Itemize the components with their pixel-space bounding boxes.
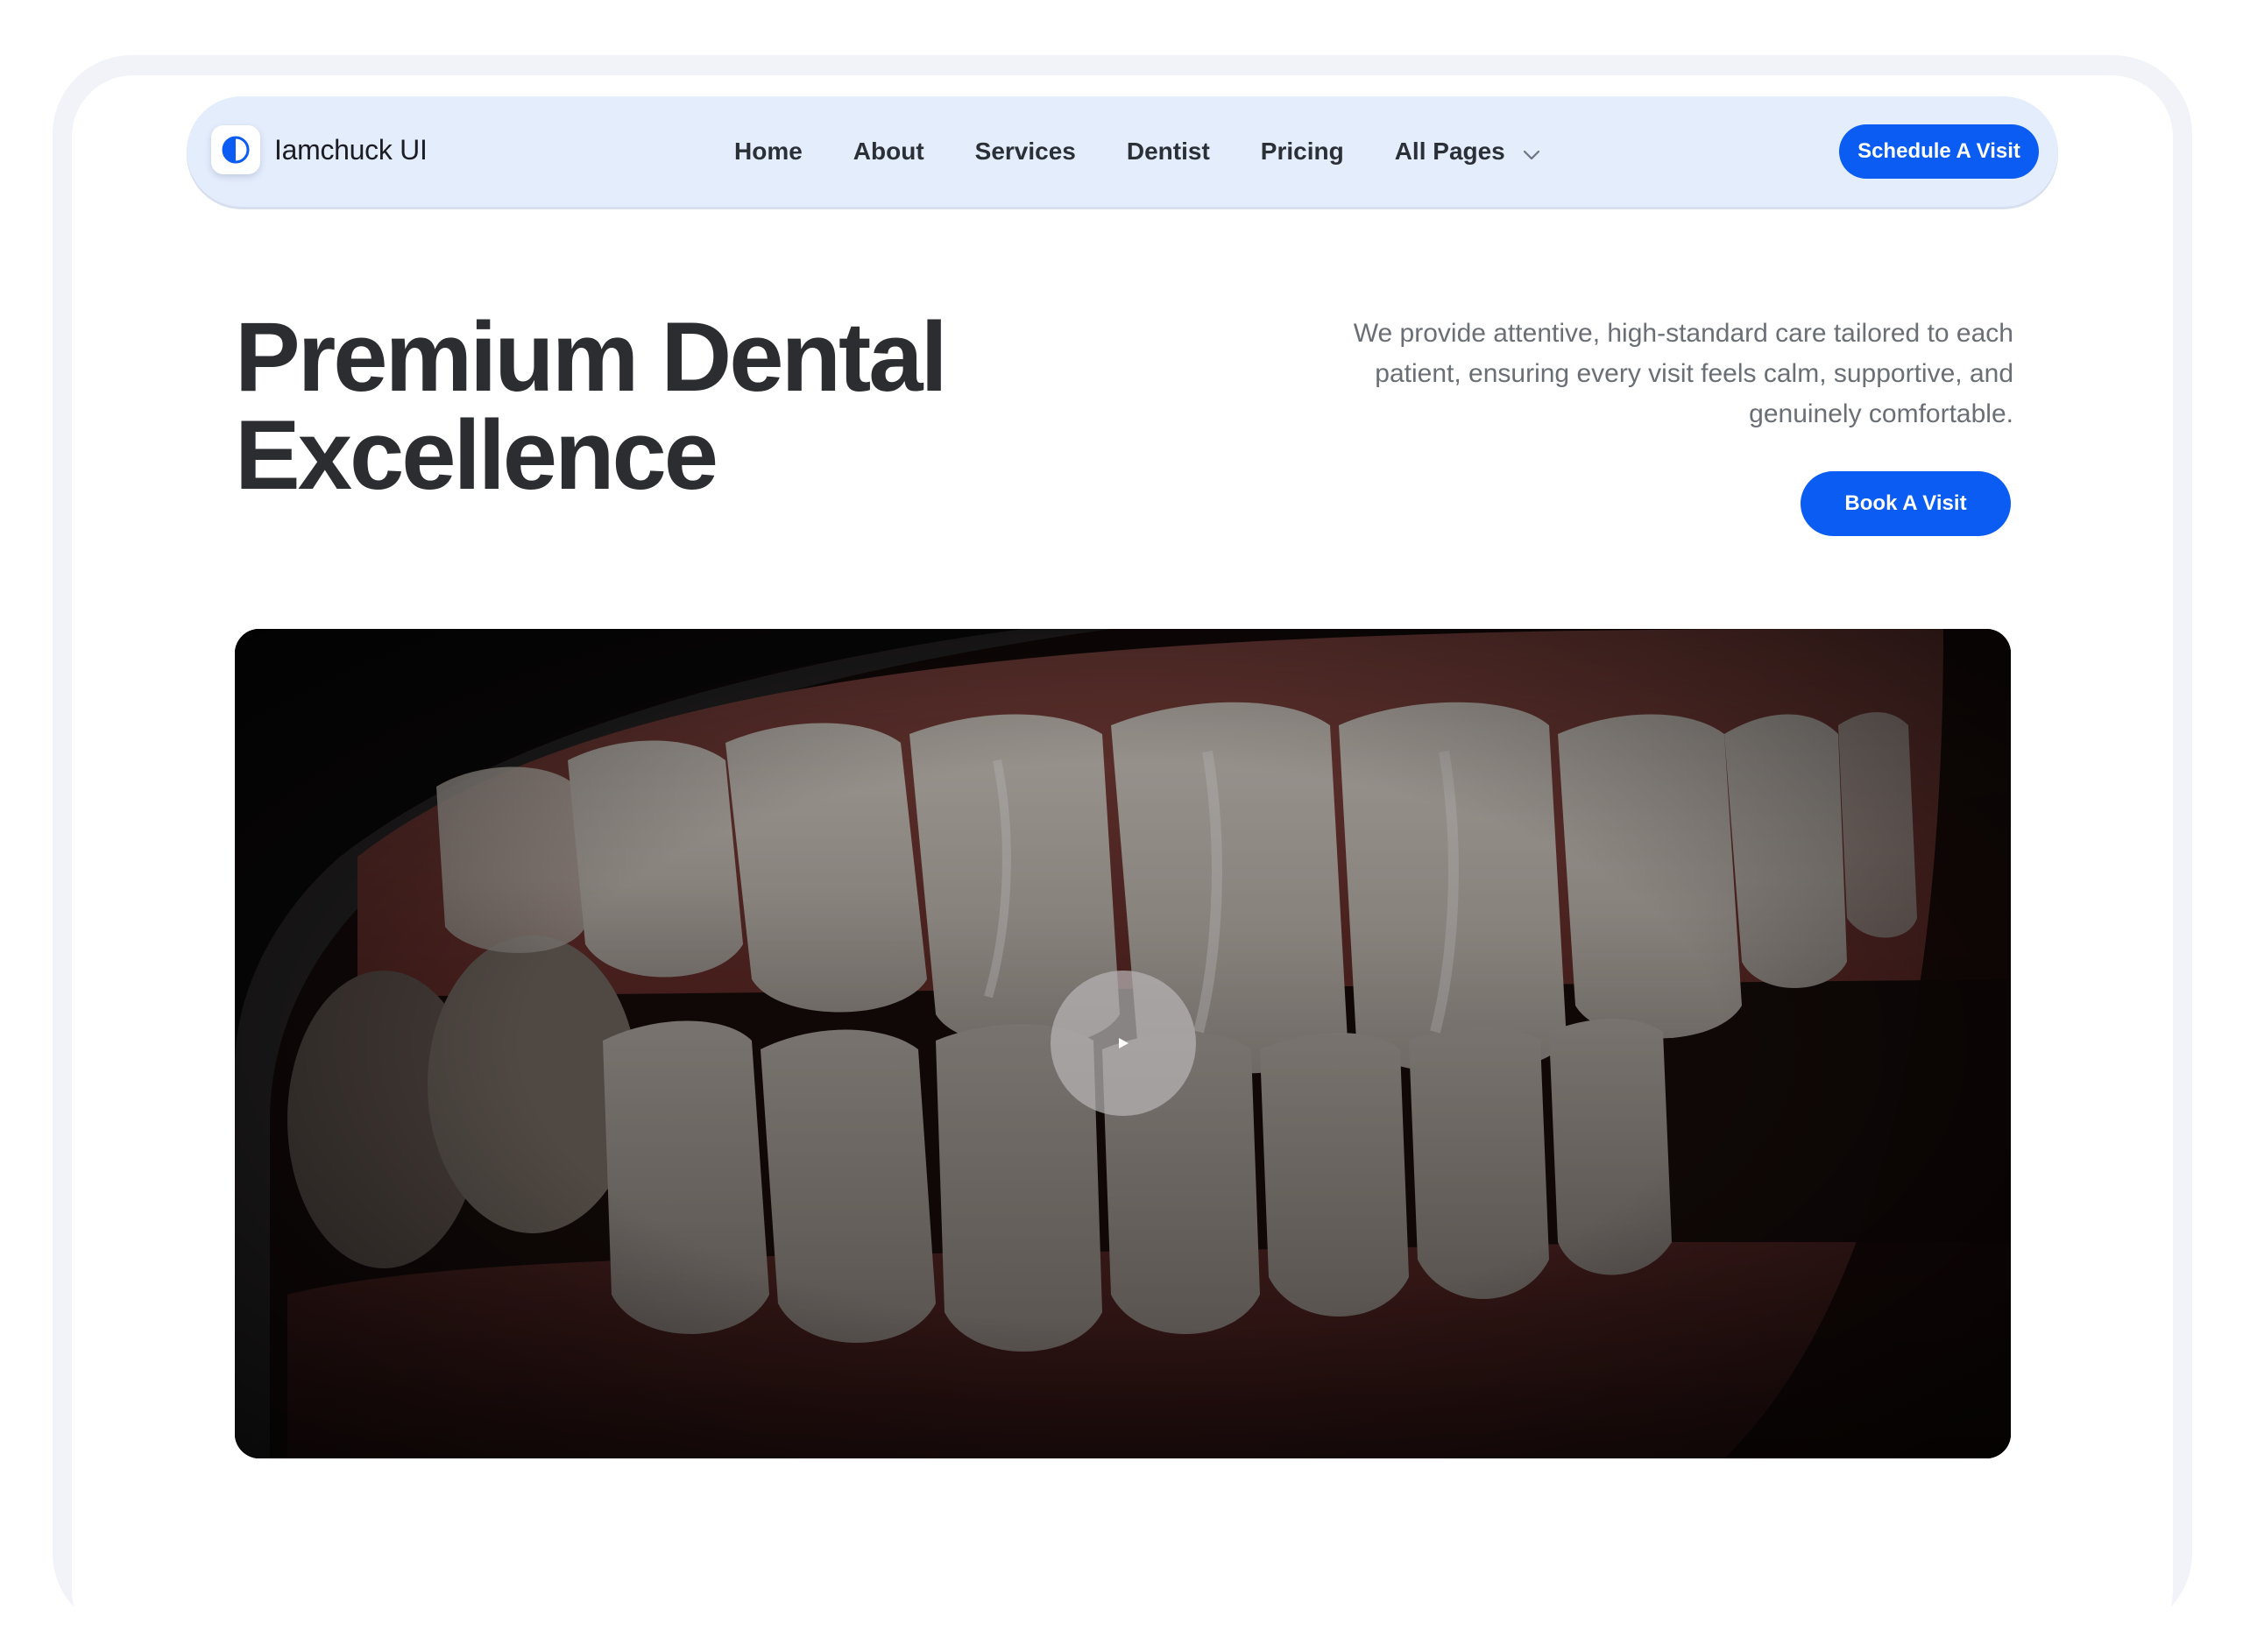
top-navbar: Iamchuck UI Home About Services Dentist … bbox=[187, 96, 2058, 207]
nav-link-about[interactable]: About bbox=[853, 138, 924, 166]
nav-link-home[interactable]: Home bbox=[734, 138, 803, 166]
nav-link-all-pages[interactable]: All Pages bbox=[1395, 137, 1540, 166]
nav-link-dentist[interactable]: Dentist bbox=[1127, 138, 1210, 166]
play-icon bbox=[1116, 1036, 1130, 1050]
brand-logo[interactable]: Iamchuck UI bbox=[211, 125, 428, 174]
hero-video[interactable] bbox=[235, 629, 2011, 1458]
hero-title-line-1: Premium Dental bbox=[235, 302, 948, 412]
hero-title: Premium Dental Excellence bbox=[235, 308, 948, 505]
nav-link-services[interactable]: Services bbox=[975, 138, 1076, 166]
schedule-visit-button[interactable]: Schedule A Visit bbox=[1839, 124, 2039, 179]
nav-link-all-pages-label: All Pages bbox=[1394, 138, 1505, 165]
hero-description: We provide attentive, high-standard care… bbox=[1353, 319, 2013, 428]
hero-title-line-2: Excellence bbox=[235, 400, 718, 510]
nav-links: Home About Services Dentist Pricing All … bbox=[734, 96, 1540, 207]
brand-name: Iamchuck UI bbox=[274, 133, 428, 166]
play-button[interactable] bbox=[1051, 971, 1196, 1116]
book-visit-button[interactable]: Book A Visit bbox=[1801, 471, 2011, 536]
logo-mark-icon bbox=[211, 125, 260, 174]
nav-link-pricing[interactable]: Pricing bbox=[1261, 138, 1344, 166]
chevron-down-icon bbox=[1523, 138, 1540, 166]
